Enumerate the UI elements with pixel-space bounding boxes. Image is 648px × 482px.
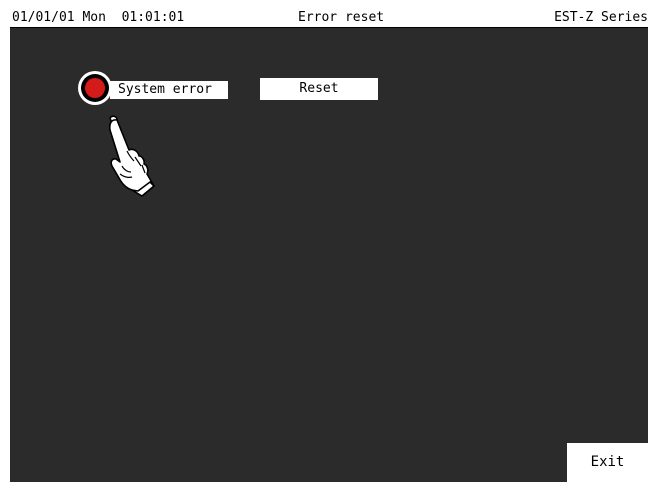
system-error-label: System error: [110, 81, 228, 99]
datetime-display: 01/01/01 Mon 01:01:01: [12, 10, 185, 25]
reset-button[interactable]: Reset: [260, 78, 378, 100]
exit-button[interactable]: Exit: [567, 443, 648, 482]
error-lamp-icon: [78, 71, 112, 105]
title-bar: 01/01/01 Mon 01:01:01 Error reset EST-Z …: [10, 8, 648, 28]
pointing-hand-icon: [108, 115, 155, 197]
hmi-screen: 01/01/01 Mon 01:01:01 Error reset EST-Z …: [10, 8, 648, 482]
page-title: Error reset: [298, 10, 385, 25]
series-label: EST-Z Series: [554, 10, 648, 25]
lamp-red-indicator: [85, 78, 105, 98]
